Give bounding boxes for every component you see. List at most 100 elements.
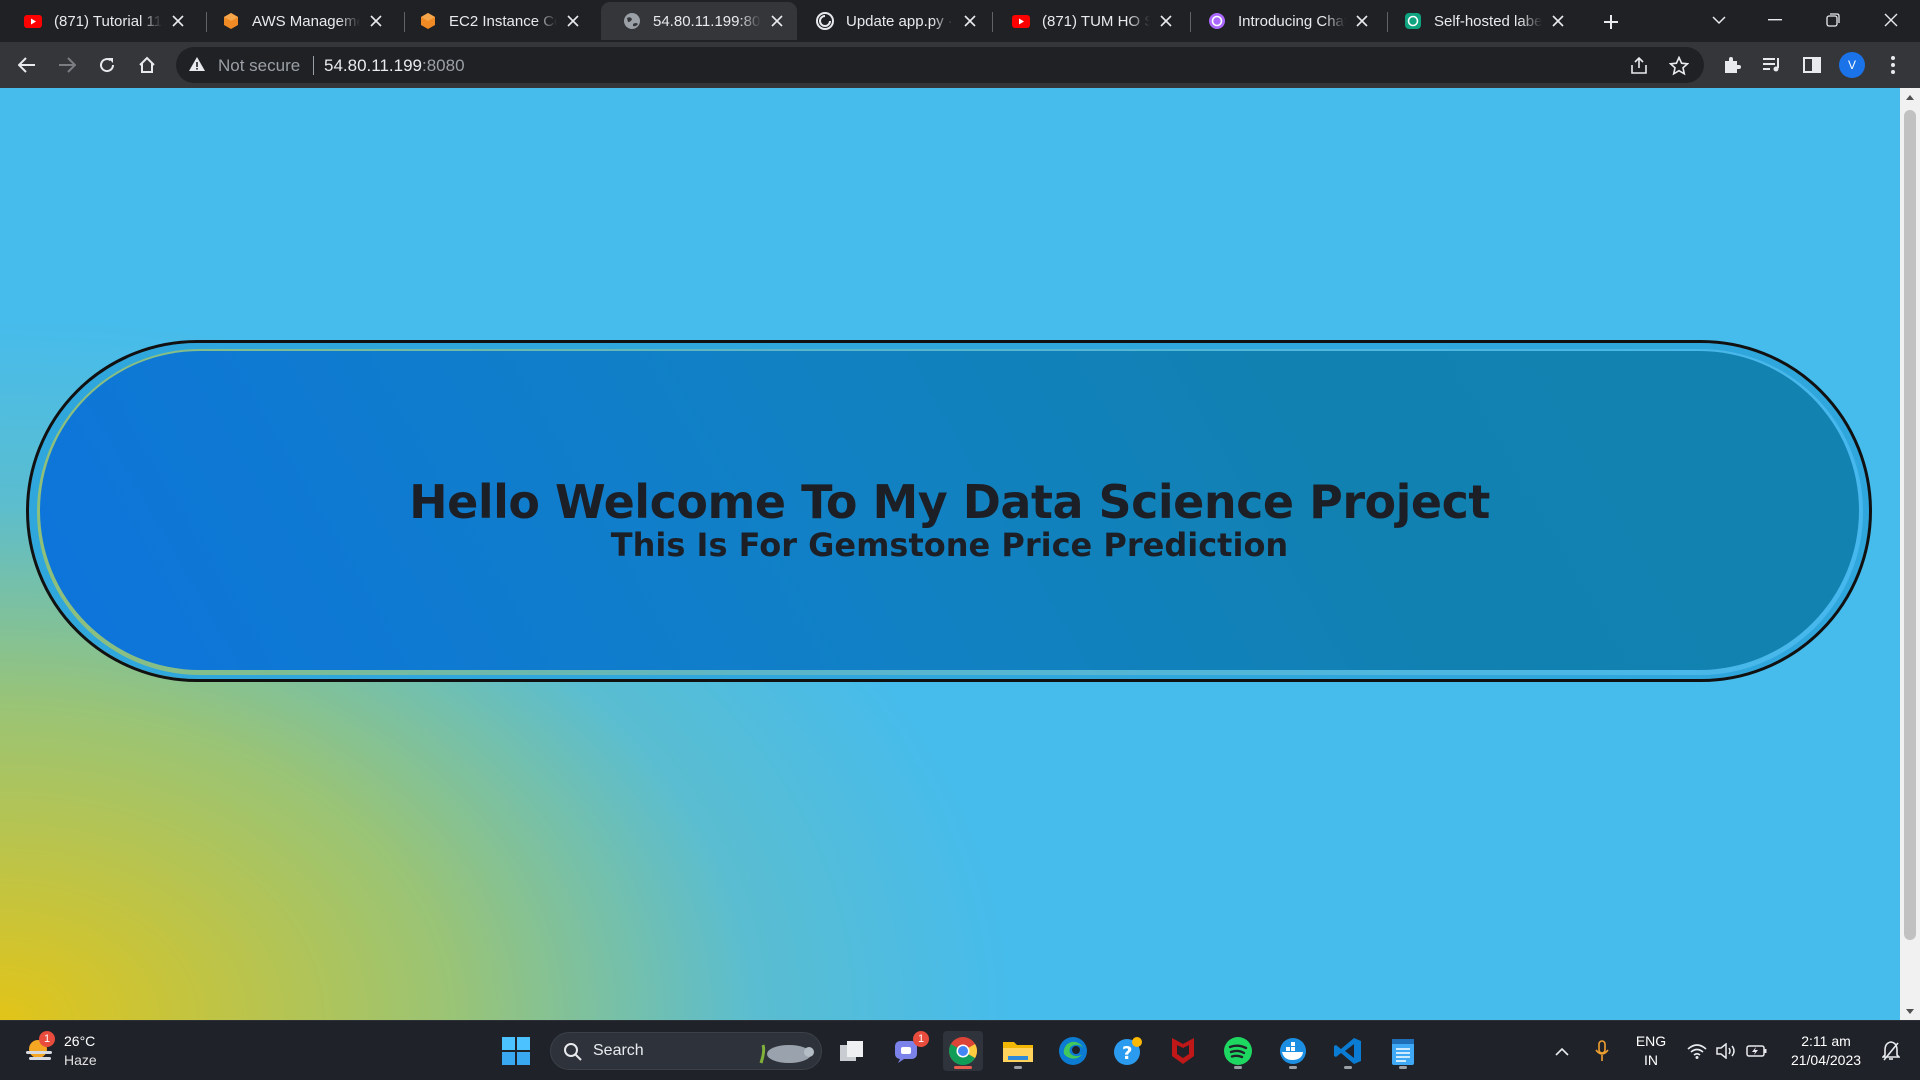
search-label: Search: [593, 1042, 644, 1059]
close-tab-icon[interactable]: [960, 11, 980, 31]
start-button[interactable]: [496, 1031, 536, 1071]
get-help-icon[interactable]: ?: [1108, 1031, 1148, 1071]
open-app-indicator: [1399, 1066, 1407, 1069]
aws-icon: [222, 12, 240, 30]
browser-tab[interactable]: Update app.py · V: [794, 2, 990, 40]
browser-tab[interactable]: Self-hosted labels: [1382, 2, 1578, 40]
tab-strip: (871) Tutorial 11- AWS Management Consol…: [0, 0, 1920, 42]
tab-title: (871) Tutorial 11-: [54, 12, 162, 30]
scroll-down-arrow[interactable]: [1900, 1002, 1920, 1020]
microphone-icon[interactable]: [1582, 1031, 1622, 1071]
edge-icon[interactable]: [1053, 1031, 1093, 1071]
svg-text:?: ?: [1122, 1043, 1132, 1064]
tab-title: Update app.py · V: [846, 12, 954, 30]
openai-icon: [1404, 12, 1422, 30]
hero-inner: Hello Welcome To My Data Science Project…: [40, 351, 1859, 670]
task-view-icon[interactable]: [832, 1031, 872, 1071]
address-bar[interactable]: Not secure 54.80.11.199:8080: [176, 47, 1704, 83]
reload-button[interactable]: [92, 50, 122, 80]
windows-logo-icon: [502, 1037, 530, 1065]
weather-widget[interactable]: 1 26°C Haze: [22, 1031, 142, 1071]
new-tab-button[interactable]: [1598, 9, 1624, 35]
tab-title: AWS Management Console: [252, 12, 360, 30]
battery-charging-icon[interactable]: [1740, 1031, 1774, 1071]
extensions-icon[interactable]: [1717, 50, 1747, 80]
input-language-indicator[interactable]: ENG IN: [1630, 1032, 1672, 1070]
youtube-icon: [24, 12, 42, 30]
taskbar-search[interactable]: Search: [550, 1032, 822, 1070]
close-tab-icon[interactable]: [563, 11, 583, 31]
open-app-indicator: [1014, 1066, 1022, 1069]
tab-title: (871) TUM HO SO: [1042, 12, 1150, 30]
language-line-1: ENG: [1635, 1033, 1667, 1049]
close-window-button[interactable]: [1874, 6, 1908, 34]
page-subtitle: This Is For Gemstone Price Prediction: [610, 526, 1289, 564]
browser-tab[interactable]: EC2 Instance Connect: [397, 2, 593, 40]
address-divider: [313, 56, 314, 75]
browser-tab[interactable]: AWS Management Console: [200, 2, 396, 40]
open-app-indicator: [1234, 1066, 1242, 1069]
github-icon: [816, 12, 834, 30]
vscode-icon[interactable]: [1328, 1031, 1368, 1071]
share-icon[interactable]: [1628, 55, 1650, 77]
tab-title: Self-hosted labels: [1434, 12, 1542, 30]
notepad-icon[interactable]: [1383, 1031, 1423, 1071]
weather-badge: 1: [39, 1031, 55, 1047]
weather-condition: Haze: [64, 1052, 97, 1068]
scroll-up-arrow[interactable]: [1900, 88, 1920, 106]
mcafee-icon[interactable]: [1163, 1031, 1203, 1071]
scrollbar-thumb[interactable]: [1904, 110, 1916, 940]
browser-tab[interactable]: (871) TUM HO SO: [990, 2, 1186, 40]
show-hidden-icons-chevron-icon[interactable]: [1542, 1031, 1582, 1071]
menu-kebab-icon[interactable]: [1878, 50, 1908, 80]
hero-banner: Hello Welcome To My Data Science Project…: [26, 340, 1872, 682]
page-viewport: Hello Welcome To My Data Science Project…: [0, 88, 1920, 1020]
teams-chat-icon[interactable]: 1: [887, 1031, 929, 1071]
media-control-icon[interactable]: [1757, 50, 1787, 80]
tab-search-icon[interactable]: [1702, 6, 1736, 34]
language-line-2: IN: [1644, 1052, 1658, 1068]
url-host: 54.80.11.199: [324, 56, 422, 75]
close-tab-icon[interactable]: [1156, 11, 1176, 31]
side-panel-icon[interactable]: [1797, 50, 1827, 80]
clock-time: 2:11 am: [1801, 1033, 1851, 1049]
close-tab-icon[interactable]: [767, 11, 787, 31]
warning-icon[interactable]: [188, 56, 206, 77]
forward-button[interactable]: [52, 50, 82, 80]
system-clock[interactable]: 2:11 am 21/04/2023: [1784, 1032, 1868, 1070]
chrome-taskbar-icon[interactable]: [943, 1031, 983, 1071]
browser-tab-active[interactable]: 54.80.11.199:8080: [601, 2, 797, 40]
minimize-button[interactable]: [1758, 6, 1792, 34]
close-tab-icon[interactable]: [1352, 11, 1372, 31]
profile-avatar[interactable]: V: [1839, 52, 1865, 78]
close-tab-icon[interactable]: [366, 11, 386, 31]
globe-icon: [623, 12, 641, 30]
back-button[interactable]: [12, 50, 42, 80]
search-icon: [563, 1042, 583, 1067]
tab-title: Introducing ChatGPT: [1238, 12, 1346, 30]
url-port: :8080: [422, 56, 465, 75]
browser-tab[interactable]: (871) Tutorial 11-: [2, 2, 198, 40]
notifications-bell-icon[interactable]: [1874, 1031, 1908, 1071]
openai-icon: [1208, 12, 1226, 30]
security-label[interactable]: Not secure: [218, 56, 300, 76]
volume-icon[interactable]: [1710, 1031, 1744, 1071]
restore-button[interactable]: [1816, 6, 1850, 34]
browser-tab[interactable]: Introducing ChatGPT: [1186, 2, 1382, 40]
browser-toolbar: Not secure 54.80.11.199:8080 V: [0, 42, 1920, 88]
bookmark-star-icon[interactable]: [1668, 55, 1690, 77]
docker-icon[interactable]: [1273, 1031, 1313, 1071]
close-tab-icon[interactable]: [168, 11, 188, 31]
tab-title: 54.80.11.199:8080: [653, 12, 761, 30]
spotify-icon[interactable]: [1218, 1031, 1258, 1071]
open-app-indicator: [1289, 1066, 1297, 1069]
home-button[interactable]: [132, 50, 162, 80]
vertical-scrollbar[interactable]: [1900, 88, 1920, 1020]
tab-title: EC2 Instance Connect: [449, 12, 557, 30]
page-title: Hello Welcome To My Data Science Project: [409, 475, 1490, 529]
clock-date: 21/04/2023: [1790, 1052, 1862, 1068]
close-tab-icon[interactable]: [1548, 11, 1568, 31]
file-explorer-icon[interactable]: [998, 1031, 1038, 1071]
wifi-icon[interactable]: [1680, 1031, 1714, 1071]
url-text[interactable]: 54.80.11.199:8080: [324, 56, 465, 76]
